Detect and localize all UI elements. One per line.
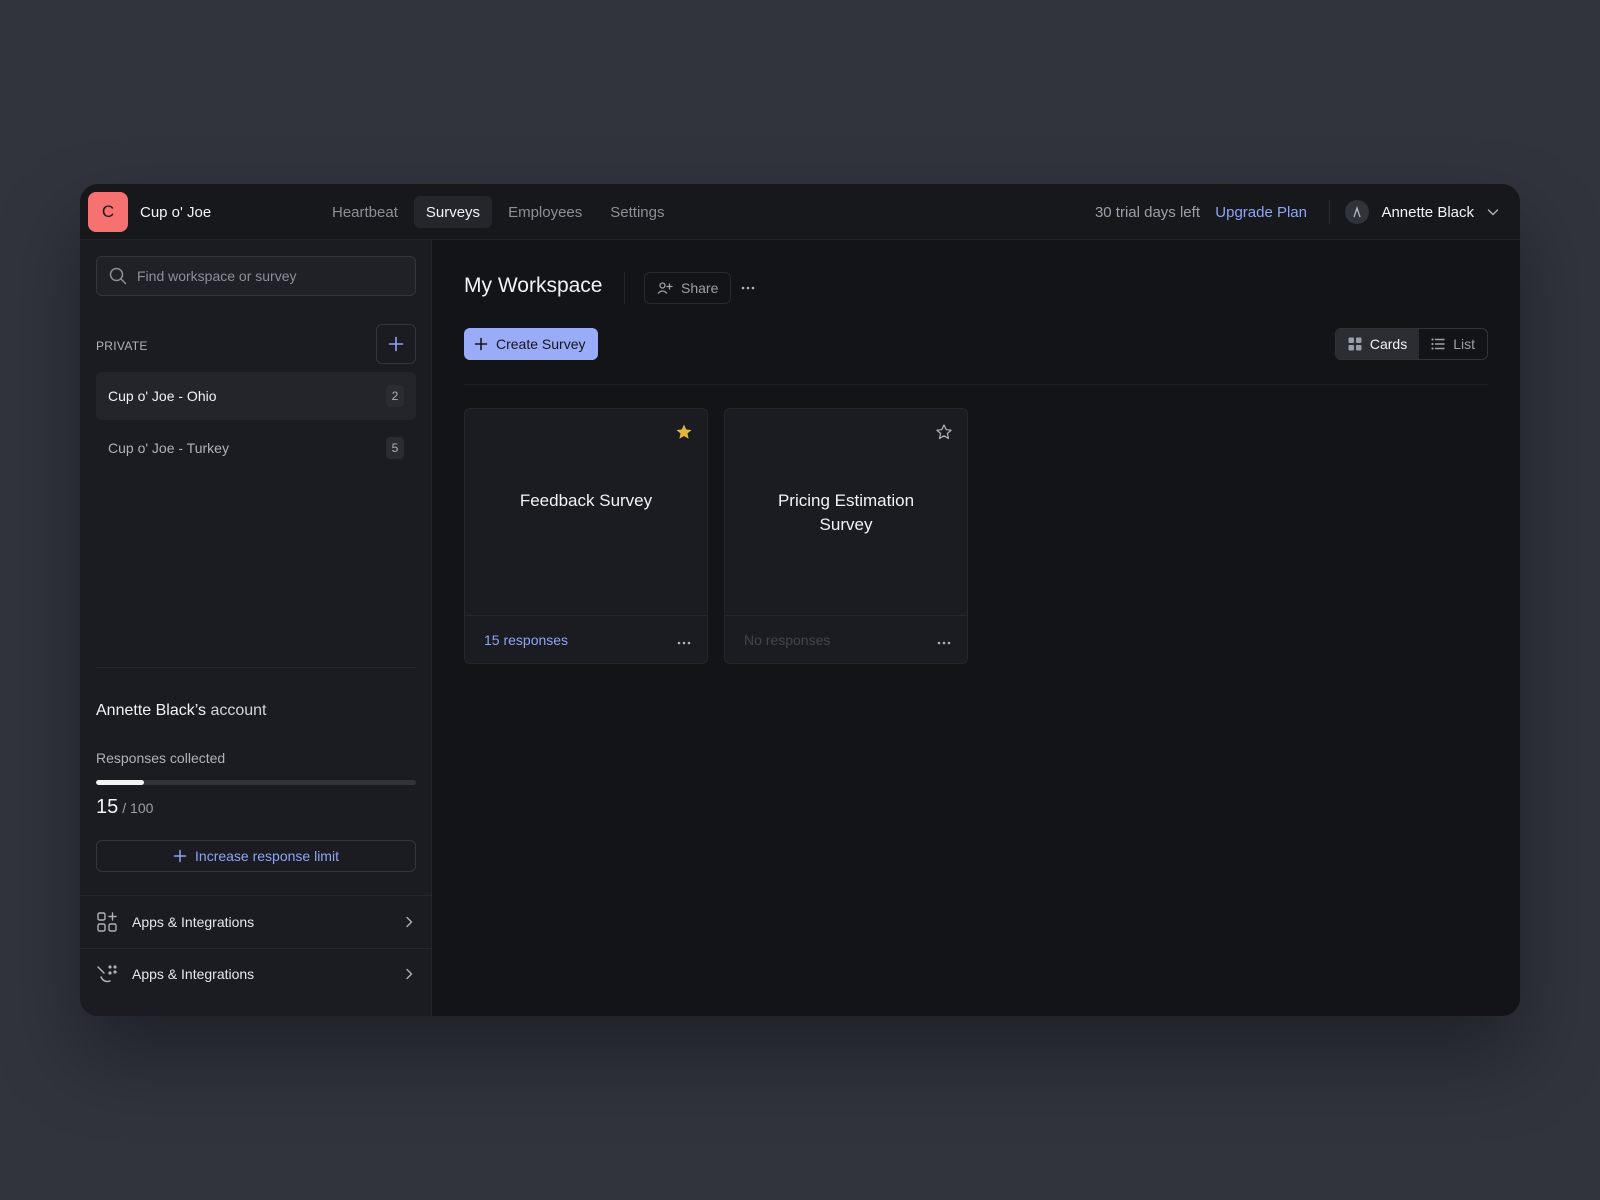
survey-more-button[interactable]	[677, 632, 691, 648]
apps-integrations-link-2[interactable]: Apps & Integrations	[80, 948, 432, 1000]
survey-card-footer: No responses	[725, 615, 967, 663]
nav-heartbeat[interactable]: Heartbeat	[320, 196, 410, 228]
increase-label: Increase response limit	[195, 848, 339, 864]
increase-response-limit-button[interactable]: Increase response limit	[96, 840, 416, 872]
create-survey-button[interactable]: Create Survey	[464, 328, 599, 360]
view-list-label: List	[1453, 336, 1475, 352]
apps-grid-icon	[97, 912, 117, 932]
workspace-name: Cup o' Joe - Turkey	[108, 440, 229, 456]
survey-more-button[interactable]	[937, 632, 951, 648]
workspace-more-button[interactable]	[734, 272, 762, 304]
plus-icon	[388, 336, 404, 352]
nav-employees[interactable]: Employees	[496, 196, 594, 228]
workspace-item-ohio[interactable]: Cup o' Joe - Ohio 2	[96, 372, 416, 420]
responses-label: Responses collected	[96, 750, 226, 766]
user-icon	[1353, 206, 1362, 218]
view-cards-button[interactable]: Cards	[1335, 329, 1420, 359]
more-horizontal-icon	[677, 641, 691, 644]
workspace-item-turkey[interactable]: Cup o' Joe - Turkey 5	[96, 424, 416, 472]
favorite-toggle[interactable]	[675, 423, 693, 446]
search-box[interactable]	[96, 256, 416, 296]
apps-integrations-label: Apps & Integrations	[132, 966, 255, 982]
main-content: My Workspace Share Create Survey Cards L…	[432, 240, 1520, 1016]
progress-fill	[96, 780, 145, 785]
survey-card-footer: 15 responses	[465, 615, 707, 663]
more-horizontal-icon	[741, 286, 755, 290]
chevron-down-icon	[1487, 209, 1499, 216]
user-menu[interactable]: Annette Black	[1345, 184, 1500, 240]
account-owner: Annette Black’s	[96, 702, 206, 719]
survey-title: Pricing Estimation Survey	[777, 491, 915, 534]
apps-integrations-label: Apps & Integrations	[132, 914, 255, 930]
share-button[interactable]: Share	[644, 272, 732, 304]
page-title: My Workspace	[464, 274, 603, 297]
header-divider	[1329, 200, 1330, 224]
survey-count-badge: 2	[386, 385, 404, 407]
top-bar: C Cup o' Joe Heartbeat Surveys Employees…	[80, 184, 1520, 240]
integrations-icon	[97, 965, 117, 983]
star-filled-icon	[676, 424, 692, 439]
title-divider	[624, 272, 625, 304]
add-workspace-button[interactable]	[376, 324, 416, 364]
responses-count: 15 / 100	[96, 796, 153, 819]
share-label: Share	[681, 280, 719, 296]
create-survey-label: Create Survey	[496, 336, 586, 352]
chevron-right-icon	[406, 916, 413, 928]
view-toggle: Cards List	[1334, 328, 1488, 360]
survey-responses: No responses	[744, 631, 831, 648]
nav-surveys[interactable]: Surveys	[413, 196, 493, 228]
divider	[96, 667, 416, 668]
survey-responses[interactable]: 15 responses	[484, 632, 568, 648]
nav-settings[interactable]: Settings	[598, 196, 676, 228]
search-icon	[109, 267, 127, 285]
section-label-private: PRIVATE	[96, 339, 148, 353]
plus-icon	[173, 849, 187, 863]
survey-card-feedback[interactable]: Feedback Survey 15 responses	[464, 408, 708, 664]
view-cards-label: Cards	[1369, 336, 1408, 352]
divider	[464, 384, 1488, 385]
upgrade-plan-link[interactable]: Upgrade Plan	[1215, 184, 1307, 240]
survey-count-badge: 5	[386, 437, 404, 459]
account-title: Annette Black’s account	[96, 702, 267, 720]
more-horizontal-icon	[937, 641, 951, 644]
star-outline-icon	[936, 424, 952, 440]
survey-card-pricing[interactable]: Pricing Estimation Survey No responses	[724, 408, 968, 664]
app-window: C Cup o' Joe Heartbeat Surveys Employees…	[80, 184, 1520, 1016]
responses-limit: / 100	[122, 800, 154, 816]
apps-integrations-link[interactable]: Apps & Integrations	[80, 896, 432, 948]
add-user-icon	[657, 282, 673, 294]
main-nav: Heartbeat Surveys Employees Settings	[320, 196, 676, 228]
avatar	[1345, 200, 1370, 224]
grid-icon	[1348, 337, 1362, 351]
survey-title: Feedback Survey	[519, 491, 653, 510]
search-input[interactable]	[137, 268, 397, 284]
sidebar: PRIVATE Cup o' Joe - Ohio 2 Cup o' Joe -…	[80, 240, 432, 1016]
view-list-button[interactable]: List	[1419, 329, 1487, 359]
favorite-toggle[interactable]	[935, 423, 953, 446]
account-suffix: account	[210, 702, 267, 719]
responses-collected: 15	[96, 796, 119, 818]
workspace-name: Cup o' Joe - Ohio	[108, 388, 217, 404]
user-name: Annette Black	[1381, 203, 1474, 221]
responses-progress-bar	[96, 780, 416, 785]
brand-name: Cup o' Joe	[140, 203, 212, 221]
chevron-right-icon	[406, 968, 413, 980]
workspace-logo[interactable]: C	[88, 192, 128, 232]
trial-status: 30 trial days left	[1094, 203, 1200, 221]
plus-icon	[474, 337, 488, 351]
list-icon	[1431, 338, 1445, 350]
